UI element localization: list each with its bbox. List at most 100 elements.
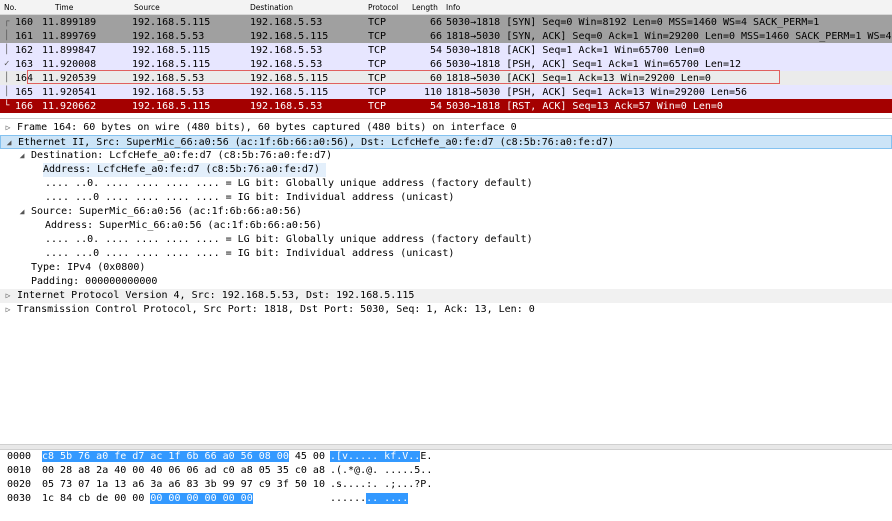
- bytes-row: 0010 00 28 a8 2a 40 00 40 06 06 ad c0 a8…: [0, 464, 892, 478]
- packet-bytes-pane[interactable]: 0000 c8 5b 76 a0 fe d7 ac 1f 6b 66 a0 56…: [0, 450, 892, 521]
- packet-length: 110: [423, 87, 442, 98]
- packet-length: 66: [429, 31, 442, 42]
- packet-list[interactable]: No. Time Source Destination Protocol Len…: [0, 0, 892, 113]
- packet-source: 192.168.5.53: [132, 87, 205, 98]
- bytes-ascii[interactable]: .[v..... kf.V..E.: [330, 450, 432, 464]
- packet-info: 5030→1818 [RST, ACK] Seq=13 Ack=57 Win=0…: [446, 101, 723, 112]
- packet-source: 192.168.5.115: [132, 101, 211, 112]
- column-header-info[interactable]: Info: [446, 3, 460, 12]
- tree-item-tcp[interactable]: ▷ Transmission Control Protocol, Src Por…: [0, 303, 892, 317]
- packet-no: 161: [14, 31, 33, 42]
- packet-info: 1818→5030 [PSH, ACK] Seq=1 Ack=13 Win=29…: [446, 87, 748, 98]
- bytes-hex-highlighted: 00 00 00 00 00 00: [150, 493, 253, 504]
- expand-arrow-icon[interactable]: ▷: [3, 303, 13, 317]
- bytes-row: 0020 05 73 07 1a 13 a6 3a a6 83 3b 99 97…: [0, 478, 892, 492]
- tree-item-source[interactable]: ◢ Source: SuperMic_66:a0:56 (ac:1f:6b:66…: [0, 205, 892, 219]
- packet-time: 11.899847: [42, 45, 97, 56]
- tree-item-destination[interactable]: ◢ Destination: LcfcHefe_a0:fe:d7 (c8:5b:…: [0, 149, 892, 163]
- packet-length: 60: [429, 73, 442, 84]
- packet-no: 160: [14, 17, 33, 28]
- column-header-destination[interactable]: Destination: [250, 3, 293, 12]
- tree-item-destination-lg-bit[interactable]: .... ..0. .... .... .... .... = LG bit: …: [0, 177, 892, 191]
- tree-item-source-ig-bit[interactable]: .... ...0 .... .... .... .... = IG bit: …: [0, 247, 892, 261]
- column-header-protocol[interactable]: Protocol: [368, 3, 398, 12]
- tree-item-type[interactable]: Type: IPv4 (0x0800): [0, 261, 892, 275]
- packet-destination: 192.168.5.115: [250, 31, 329, 42]
- bytes-offset: 0010: [7, 465, 32, 476]
- tree-item-padding[interactable]: Padding: 000000000000: [0, 275, 892, 289]
- bytes-ascii[interactable]: .(.*@.@. .....5..: [330, 464, 432, 478]
- bytes-hex-rest: 45 00: [288, 451, 325, 462]
- packet-info: 1818→5030 [SYN, ACK] Seq=0 Ack=1 Win=292…: [446, 31, 892, 42]
- expand-arrow-icon[interactable]: ▷: [3, 289, 13, 303]
- packet-time: 11.920541: [42, 87, 97, 98]
- packet-time: 11.899189: [42, 17, 97, 28]
- column-header-time[interactable]: Time: [55, 3, 73, 12]
- packet-destination: 192.168.5.115: [250, 87, 329, 98]
- packet-source: 192.168.5.115: [132, 17, 211, 28]
- packet-length: 66: [429, 59, 442, 70]
- bytes-hex[interactable]: 05 73 07 1a 13 a6 3a a6 83 3b 99 97 c9 3…: [42, 478, 325, 492]
- column-header-length[interactable]: Length: [412, 3, 438, 12]
- column-header-no[interactable]: No.: [4, 3, 16, 12]
- tree-item-destination-address[interactable]: Address: LcfcHefe_a0:fe:d7 (c8:5b:76:a0:…: [0, 163, 892, 177]
- packet-no: 163: [14, 59, 33, 70]
- bytes-hex[interactable]: 00 28 a8 2a 40 00 40 06 06 ad c0 a8 05 3…: [42, 464, 325, 478]
- tree-item-frame[interactable]: ▷ Frame 164: 60 bytes on wire (480 bits)…: [0, 121, 892, 135]
- packet-no: 165: [14, 87, 33, 98]
- packet-row[interactable]: │ 161 11.899769 192.168.5.53 192.168.5.1…: [0, 29, 892, 43]
- packet-protocol: TCP: [368, 87, 387, 98]
- packet-protocol: TCP: [368, 59, 387, 70]
- packet-source: 192.168.5.53: [132, 31, 205, 42]
- tree-item-source-lg-bit[interactable]: .... ..0. .... .... .... .... = LG bit: …: [0, 233, 892, 247]
- packet-row[interactable]: ✓ 163 11.920008 192.168.5.115 192.168.5.…: [0, 57, 892, 71]
- bytes-row: 0030 1c 84 cb de 00 00 00 00 00 00 00 00…: [0, 492, 892, 506]
- packet-no: 162: [14, 45, 33, 56]
- bytes-offset: 0020: [7, 479, 32, 490]
- bytes-offset: 0000: [7, 451, 32, 462]
- collapse-arrow-icon[interactable]: ◢: [17, 205, 27, 219]
- packet-no: 164: [14, 73, 33, 84]
- packet-protocol: TCP: [368, 17, 387, 28]
- bytes-hex-highlighted: c8 5b 76 a0 fe d7 ac 1f 6b 66 a0 56 08 0…: [42, 451, 289, 462]
- bytes-ascii[interactable]: ........ ....: [330, 492, 409, 506]
- packet-time: 11.920008: [42, 59, 97, 70]
- bytes-ascii-highlighted: .. ....: [366, 493, 409, 504]
- packet-row[interactable]: └ 166 11.920662 192.168.5.115 192.168.5.…: [0, 99, 892, 113]
- collapse-arrow-icon[interactable]: ◢: [4, 136, 14, 150]
- packet-row[interactable]: │ 162 11.899847 192.168.5.115 192.168.5.…: [0, 43, 892, 57]
- packet-protocol: TCP: [368, 73, 387, 84]
- expand-arrow-icon[interactable]: ▷: [3, 121, 13, 135]
- packet-no: 166: [14, 101, 33, 112]
- packet-row[interactable]: │ 165 11.920541 192.168.5.53 192.168.5.1…: [0, 85, 892, 99]
- packet-info: 5030→1818 [PSH, ACK] Seq=1 Ack=1 Win=657…: [446, 59, 742, 70]
- tree-item-destination-ig-bit[interactable]: .... ...0 .... .... .... .... = IG bit: …: [0, 191, 892, 205]
- tree-item-source-address[interactable]: Address: SuperMic_66:a0:56 (ac:1f:6b:66:…: [0, 219, 892, 233]
- packet-destination: 192.168.5.53: [250, 101, 323, 112]
- packet-source: 192.168.5.53: [132, 73, 205, 84]
- column-header-source[interactable]: Source: [134, 3, 160, 12]
- packet-protocol: TCP: [368, 101, 387, 112]
- packet-list-header: No. Time Source Destination Protocol Len…: [0, 0, 892, 15]
- bytes-hex-plain: 1c 84 cb de 00 00: [42, 493, 151, 504]
- packet-row[interactable]: ┌ 160 11.899189 192.168.5.115 192.168.5.…: [0, 15, 892, 29]
- packet-length: 66: [429, 17, 442, 28]
- bytes-ascii[interactable]: .s....:. .;...?P.: [330, 478, 432, 492]
- packet-details-pane[interactable]: ▷ Frame 164: 60 bytes on wire (480 bits)…: [0, 118, 892, 445]
- packet-source: 192.168.5.115: [132, 59, 211, 70]
- bytes-row: 0000 c8 5b 76 a0 fe d7 ac 1f 6b 66 a0 56…: [0, 450, 892, 464]
- bytes-hex[interactable]: 1c 84 cb de 00 00 00 00 00 00 00 00: [42, 492, 253, 506]
- packet-destination: 192.168.5.115: [250, 73, 329, 84]
- bytes-ascii-rest: E.: [420, 451, 433, 462]
- packet-source: 192.168.5.115: [132, 45, 211, 56]
- packet-info: 5030→1818 [SYN] Seq=0 Win=8192 Len=0 MSS…: [446, 17, 820, 28]
- packet-destination: 192.168.5.53: [250, 59, 323, 70]
- bytes-hex[interactable]: c8 5b 76 a0 fe d7 ac 1f 6b 66 a0 56 08 0…: [42, 450, 325, 464]
- packet-destination: 192.168.5.53: [250, 45, 323, 56]
- packet-time: 11.920539: [42, 73, 97, 84]
- packet-row-selected[interactable]: │ 164 11.920539 192.168.5.53 192.168.5.1…: [0, 71, 892, 85]
- bytes-offset: 0030: [7, 493, 32, 504]
- tree-item-ethernet[interactable]: ◢ Ethernet II, Src: SuperMic_66:a0:56 (a…: [0, 135, 892, 149]
- collapse-arrow-icon[interactable]: ◢: [17, 149, 27, 163]
- tree-item-ip[interactable]: ▷ Internet Protocol Version 4, Src: 192.…: [0, 289, 892, 303]
